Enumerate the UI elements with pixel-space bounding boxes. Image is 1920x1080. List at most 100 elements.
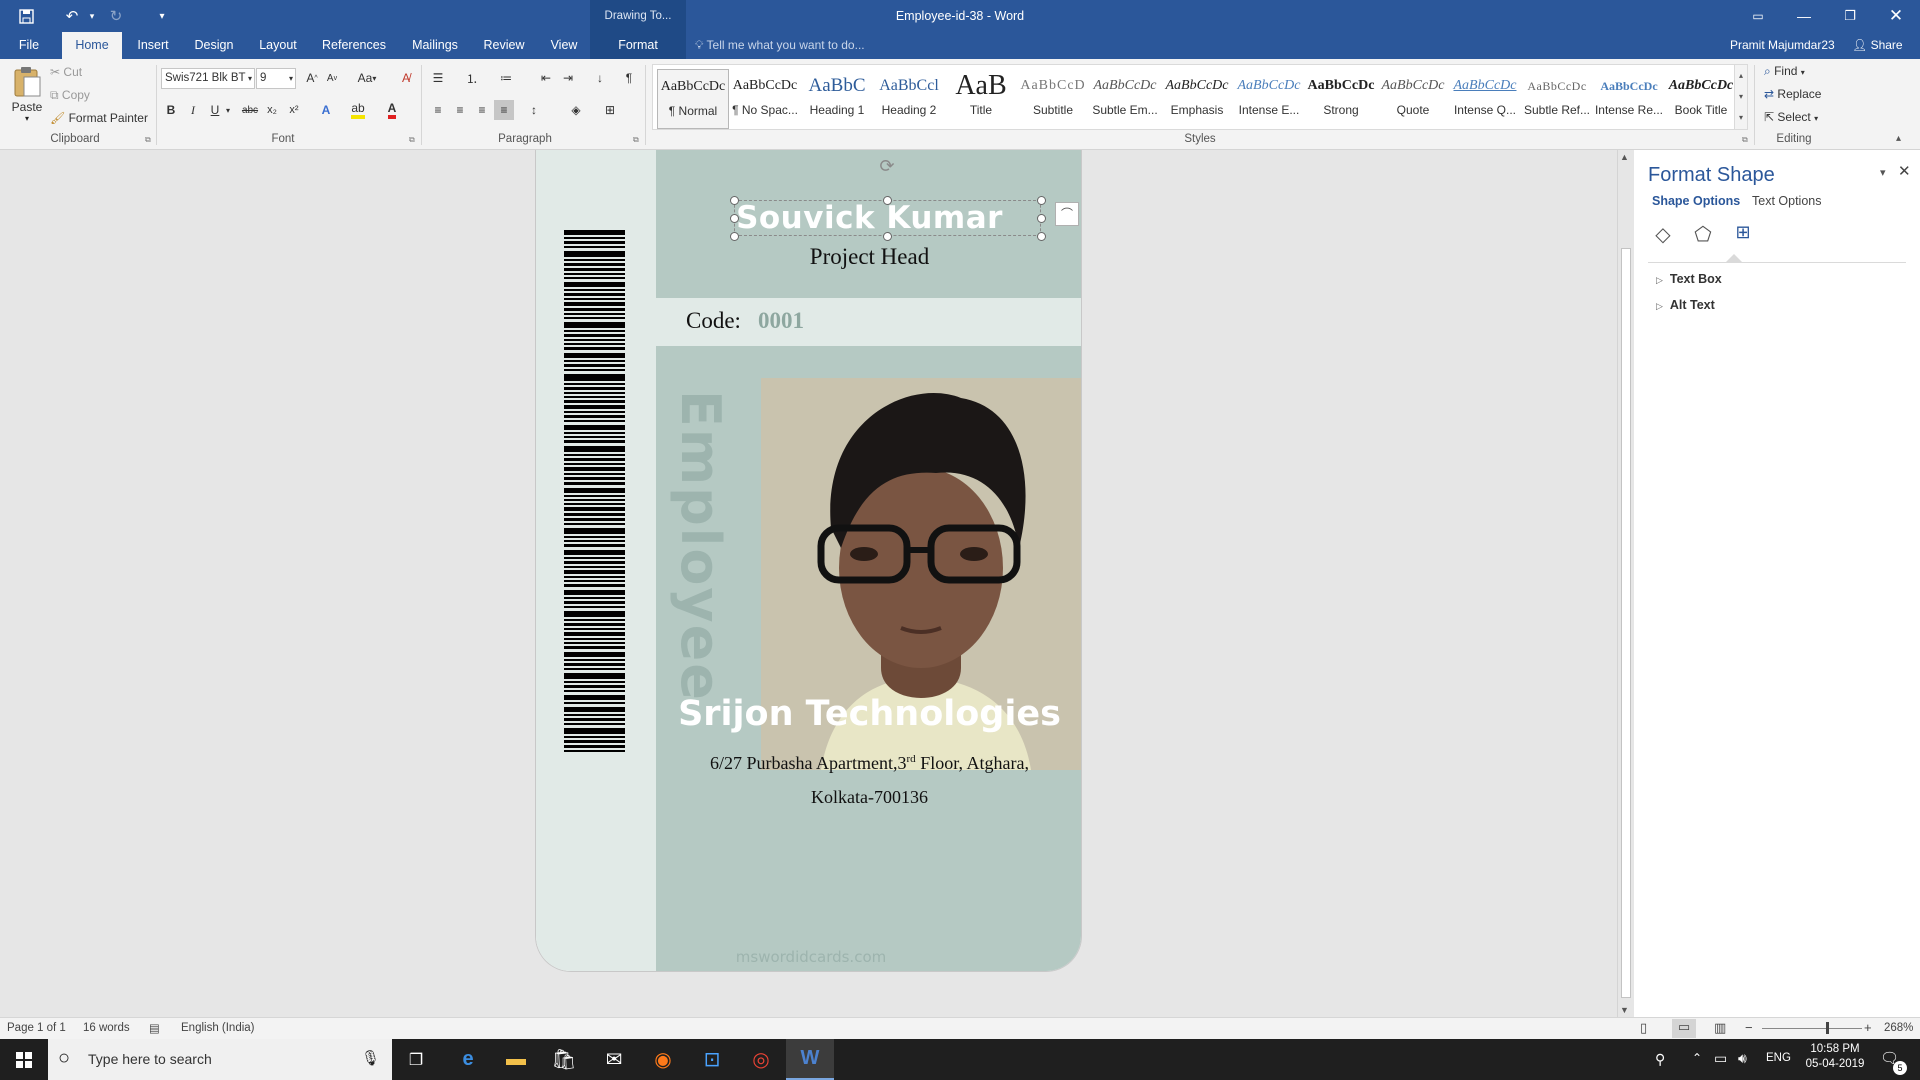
taskbar-search-box[interactable]: ○ Type here to search 🎙︎ (48, 1039, 392, 1080)
align-center-icon[interactable]: ≡ (450, 100, 470, 120)
language[interactable]: English (India) (181, 1022, 255, 1034)
tab-view[interactable]: View (540, 32, 588, 59)
proofing-icon[interactable]: ▤ (149, 1021, 160, 1035)
clear-formatting-icon[interactable]: A̸ (396, 68, 416, 88)
tab-review[interactable]: Review (476, 32, 532, 59)
selected-textbox-frame[interactable] (734, 200, 1041, 236)
code-value[interactable]: 0001 (758, 308, 804, 334)
user-name[interactable]: Pramit Majumdar23 (1730, 32, 1835, 59)
edge-icon[interactable]: e (444, 1039, 492, 1080)
zoom-slider-thumb[interactable] (1826, 1022, 1829, 1034)
style-intense-reference[interactable]: AaBbCcDc Intense Re... (1593, 69, 1665, 129)
vertical-scrollbar[interactable]: ▲ ▼ (1617, 150, 1634, 1017)
tab-references[interactable]: References (316, 32, 392, 59)
style-quote[interactable]: AaBbCcDc Quote (1377, 69, 1449, 129)
tab-format[interactable]: Format (590, 32, 686, 59)
layout-options-icon[interactable]: ⌒ (1055, 202, 1079, 226)
bullets-icon[interactable]: ☰ (428, 68, 448, 88)
change-case-button[interactable]: Aa ▾ (352, 68, 382, 88)
company-name[interactable]: Srijon Technologies (656, 694, 1081, 734)
resize-handle[interactable] (730, 214, 739, 223)
font-launcher-icon[interactable]: ⧉ (409, 135, 415, 145)
shading-icon[interactable]: ◈ (566, 100, 586, 120)
section-text-box[interactable]: ▷ Text Box (1656, 272, 1722, 286)
cut-button[interactable]: ✂ Cut (50, 65, 82, 79)
fill-line-icon[interactable]: ◇ (1650, 222, 1676, 248)
subscript-button[interactable]: x₂ (262, 100, 282, 120)
borders-icon[interactable]: ⊞ (600, 100, 620, 120)
web-layout-icon[interactable]: ▥ (1714, 1020, 1726, 1036)
network-icon[interactable]: ▭ (1714, 1050, 1727, 1067)
style-subtle-emphasis[interactable]: AaBbCcDc Subtle Em... (1089, 69, 1161, 129)
tab-file[interactable]: File (8, 32, 50, 59)
multilevel-list-icon[interactable]: ≔ (496, 68, 516, 88)
people-icon[interactable]: ⚲ (1655, 1051, 1665, 1068)
font-color-icon[interactable]: A (382, 100, 402, 120)
sort-icon[interactable]: ↓ (590, 68, 610, 88)
page-count[interactable]: Page 1 of 1 (7, 1022, 66, 1034)
scroll-thumb[interactable] (1621, 248, 1631, 998)
copy-button[interactable]: ⧉ Copy (50, 88, 90, 103)
style-strong[interactable]: AaBbCcDc Strong (1305, 69, 1377, 129)
share-button[interactable]: 👤︎ Share (1852, 32, 1903, 59)
app-icon[interactable]: ⊡ (688, 1039, 736, 1080)
style-normal[interactable]: AaBbCcDc ¶ Normal (657, 69, 729, 129)
resize-handle[interactable] (1037, 232, 1046, 241)
strikethrough-button[interactable]: abc (240, 100, 260, 120)
chrome-icon[interactable]: ◎ (737, 1039, 785, 1080)
clock[interactable]: 10:58 PM 05-04-2019 (1800, 1043, 1870, 1070)
select-button[interactable]: ⇱ Select ▾ (1764, 110, 1818, 124)
tell-me-box[interactable]: 💡︎ Tell me what you want to do... (695, 32, 865, 59)
style-heading-1[interactable]: AaBbC Heading 1 (801, 69, 873, 129)
increase-indent-icon[interactable]: ⇥ (558, 68, 578, 88)
minimize-icon[interactable]: — (1781, 0, 1827, 32)
print-layout-icon[interactable]: ▭ (1672, 1019, 1696, 1038)
collapse-ribbon-icon[interactable]: ▴ (1896, 133, 1901, 144)
shrink-font-icon[interactable]: Av (322, 68, 342, 88)
tab-design[interactable]: Design (186, 32, 242, 59)
zoom-out-icon[interactable]: − (1745, 1020, 1753, 1035)
zoom-in-icon[interactable]: + (1864, 1020, 1872, 1035)
style-heading-2[interactable]: AaBbCcl Heading 2 (873, 69, 945, 129)
bold-button[interactable]: B (161, 100, 181, 120)
align-right-icon[interactable]: ≡ (472, 100, 492, 120)
scroll-up-icon[interactable]: ▲ (1620, 152, 1629, 162)
clipboard-launcher-icon[interactable]: ⧉ (145, 135, 151, 145)
decrease-indent-icon[interactable]: ⇤ (536, 68, 556, 88)
redo-icon[interactable]: ↻ (100, 0, 132, 32)
customize-qat-icon[interactable]: ▾ (146, 0, 178, 32)
resize-handle[interactable] (730, 232, 739, 241)
align-left-icon[interactable]: ≡ (428, 100, 448, 120)
pane-options-icon[interactable]: ▾ (1880, 166, 1886, 179)
size-properties-icon[interactable]: ⊞ (1730, 222, 1756, 248)
word-taskbar-icon[interactable]: W (786, 1039, 834, 1080)
style-book-title[interactable]: AaBbCcDc Book Title (1665, 69, 1737, 129)
resize-handle[interactable] (883, 196, 892, 205)
tray-chevron-icon[interactable]: ⌃ (1692, 1051, 1702, 1065)
store-icon[interactable]: 🛍︎ (540, 1039, 588, 1080)
section-alt-text[interactable]: ▷ Alt Text (1656, 298, 1715, 312)
save-icon[interactable] (10, 0, 42, 32)
tab-insert[interactable]: Insert (128, 32, 178, 59)
id-card[interactable]: Souvick Kumar Project Head Code: 0001 Em… (535, 150, 1082, 972)
style-no-spacing[interactable]: AaBbCcDc ¶ No Spac... (729, 69, 801, 129)
mail-icon[interactable]: ✉ (590, 1039, 638, 1080)
font-name-combo[interactable]: Swis721 Blk BT ▾ (161, 68, 255, 89)
company-address[interactable]: 6/27 Purbasha Apartment,3rd Floor, Atgha… (656, 742, 1081, 814)
italic-button[interactable]: I (183, 100, 203, 120)
numbering-icon[interactable]: ⒈ (462, 68, 482, 88)
tab-shape-options[interactable]: Shape Options (1652, 194, 1740, 208)
effects-pentagon-icon[interactable]: ⬠ (1690, 222, 1716, 248)
zoom-slider[interactable] (1762, 1028, 1862, 1029)
style-title[interactable]: AaB Title (945, 69, 1017, 129)
styles-launcher-icon[interactable]: ⧉ (1742, 135, 1748, 145)
superscript-button[interactable]: x² (284, 100, 304, 120)
firefox-icon[interactable]: ◉ (639, 1039, 687, 1080)
tab-mailings[interactable]: Mailings (404, 32, 466, 59)
highlight-icon[interactable]: ab (348, 100, 368, 120)
line-spacing-icon[interactable]: ↕ (524, 100, 544, 120)
show-marks-icon[interactable]: ¶ (619, 68, 639, 88)
styles-scroll[interactable]: ▴ ▾ ▾ (1734, 64, 1748, 130)
close-icon[interactable]: ✕ (1873, 0, 1919, 32)
employee-designation[interactable]: Project Head (656, 244, 1081, 270)
